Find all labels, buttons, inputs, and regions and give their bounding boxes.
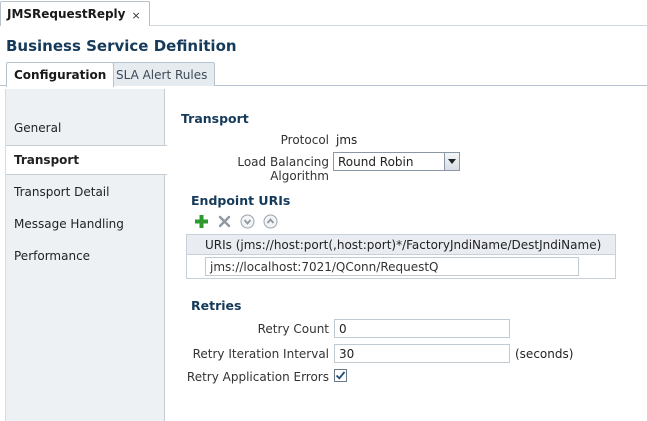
editor-tab-strip: JMSRequestReply × bbox=[0, 0, 647, 26]
nav-item-message-handling[interactable]: Message Handling bbox=[6, 209, 165, 239]
retries-section-title: Retries bbox=[191, 298, 242, 313]
chevron-down-icon[interactable] bbox=[444, 153, 459, 170]
load-balancing-value: Round Robin bbox=[338, 154, 414, 169]
retry-app-errors-checkbox[interactable] bbox=[334, 369, 347, 382]
add-icon[interactable] bbox=[193, 213, 209, 229]
uri-input[interactable]: jms://localhost:7021/QConn/RequestQ bbox=[205, 257, 579, 276]
retry-interval-unit: (seconds) bbox=[515, 347, 574, 361]
protocol-label: Protocol bbox=[280, 133, 329, 147]
retry-app-errors-label: Retry Application Errors bbox=[186, 370, 329, 384]
nav-item-performance[interactable]: Performance bbox=[6, 241, 165, 271]
load-balancing-label: Load Balancing Algorithm bbox=[237, 155, 329, 183]
close-icon[interactable]: × bbox=[131, 10, 140, 21]
delete-icon[interactable] bbox=[216, 213, 232, 229]
endpoint-uris-title: Endpoint URIs bbox=[191, 193, 291, 208]
nav-item-transport[interactable]: Transport bbox=[6, 145, 167, 175]
tab-configuration[interactable]: Configuration bbox=[6, 62, 115, 87]
endpoint-uri-table: URIs (jms://host:port(,host:port)*/Facto… bbox=[186, 234, 616, 279]
nav-item-general[interactable]: General bbox=[6, 113, 165, 143]
move-down-icon[interactable] bbox=[239, 213, 255, 229]
tab-sla-alert-rules[interactable]: SLA Alert Rules bbox=[108, 62, 216, 86]
nav-item-transport-detail[interactable]: Transport Detail bbox=[6, 177, 165, 207]
protocol-value: jms bbox=[336, 133, 358, 147]
subtab-bar: Configuration SLA Alert Rules bbox=[0, 61, 647, 87]
uri-column-header: URIs (jms://host:port(,host:port)*/Facto… bbox=[187, 235, 615, 255]
table-row[interactable]: jms://localhost:7021/QConn/RequestQ bbox=[187, 255, 615, 279]
check-icon bbox=[335, 371, 346, 380]
load-balancing-select[interactable]: Round Robin bbox=[333, 152, 460, 171]
retry-interval-input[interactable]: 30 bbox=[334, 344, 510, 363]
endpoint-toolbar bbox=[193, 213, 278, 229]
retry-count-input[interactable]: 0 bbox=[334, 319, 510, 338]
editor-tab-jmsrequestreply[interactable]: JMSRequestReply × bbox=[0, 1, 150, 26]
move-up-icon[interactable] bbox=[262, 213, 278, 229]
transport-section-title: Transport bbox=[181, 111, 249, 126]
configuration-nav: General Transport Transport Detail Messa… bbox=[5, 89, 167, 421]
retry-interval-label: Retry Iteration Interval bbox=[192, 347, 329, 361]
page-title: Business Service Definition bbox=[6, 37, 237, 55]
editor-tab-label: JMSRequestReply bbox=[7, 7, 126, 21]
retry-count-label: Retry Count bbox=[257, 322, 329, 336]
